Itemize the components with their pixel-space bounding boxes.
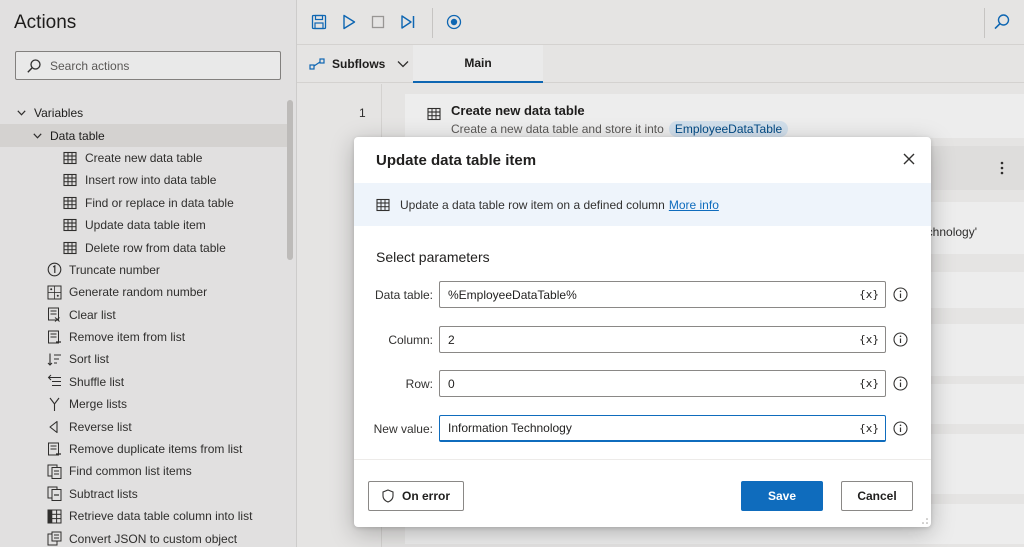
param-label: New value:	[373, 422, 433, 436]
on-error-button[interactable]: On error	[368, 481, 464, 511]
save-button[interactable]: Save	[741, 481, 823, 511]
param-row-data-table: Data table: %EmployeeDataTable% {x}	[354, 281, 931, 309]
param-row-row: Row: 0 {x}	[354, 370, 931, 398]
row-input[interactable]: 0 {x}	[439, 370, 886, 397]
dialog-footer: On error Save Cancel	[354, 459, 931, 527]
close-icon	[903, 153, 915, 165]
variable-picker-button[interactable]: {x}	[859, 288, 879, 301]
info-icon[interactable]	[893, 287, 908, 302]
on-error-label: On error	[401, 489, 450, 503]
param-value: %EmployeeDataTable%	[448, 287, 577, 302]
more-info-link[interactable]: More info	[669, 198, 719, 212]
new-value-input[interactable]: Information Technology {x}	[439, 415, 886, 442]
param-row-column: Column: 2 {x}	[354, 326, 931, 354]
dialog-info-text: Update a data table row item on a define…	[400, 197, 665, 212]
info-icon[interactable]	[893, 421, 908, 436]
resize-grip-icon[interactable]	[920, 516, 928, 524]
select-parameters-heading: Select parameters	[376, 249, 490, 265]
param-label: Row:	[405, 377, 433, 391]
variable-picker-button[interactable]: {x}	[859, 422, 879, 435]
update-data-table-item-dialog: Update data table item Update a data tab…	[354, 137, 931, 527]
param-label: Column:	[388, 333, 433, 347]
param-label: Data table:	[374, 288, 433, 302]
column-input[interactable]: 2 {x}	[439, 326, 886, 353]
cancel-button[interactable]: Cancel	[841, 481, 913, 511]
info-icon[interactable]	[893, 332, 908, 347]
data-table-input[interactable]: %EmployeeDataTable% {x}	[439, 281, 886, 308]
table-icon	[376, 198, 390, 211]
dialog-info-band: Update a data table row item on a define…	[354, 183, 931, 226]
param-value: 0	[448, 376, 455, 391]
param-row-new-value: New value: Information Technology {x}	[354, 415, 931, 443]
variable-picker-button[interactable]: {x}	[859, 333, 879, 346]
shield-icon	[382, 489, 394, 503]
variable-picker-button[interactable]: {x}	[859, 377, 879, 390]
info-icon[interactable]	[893, 376, 908, 391]
param-value: 2	[448, 332, 455, 347]
close-button[interactable]	[901, 151, 917, 167]
dialog-title: Update data table item	[376, 152, 537, 169]
param-value: Information Technology	[448, 421, 572, 435]
